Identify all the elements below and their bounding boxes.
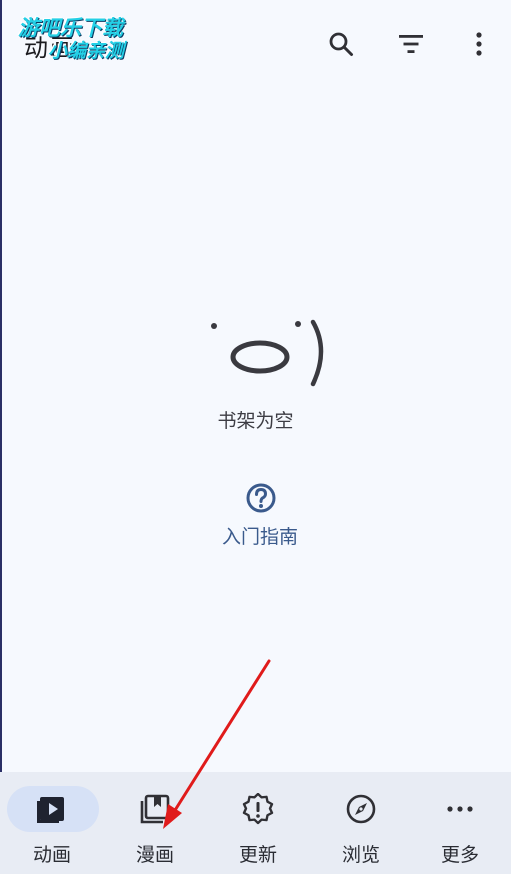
- book-library-icon: [140, 794, 170, 824]
- more-vert-icon: [476, 32, 482, 56]
- video-library-icon: [37, 797, 64, 823]
- nav-item-more[interactable]: 更多: [409, 772, 511, 874]
- search-icon: [329, 32, 353, 56]
- filter-button[interactable]: [395, 28, 427, 60]
- left-edge: [0, 0, 2, 874]
- nav-label-more: 更多: [440, 844, 479, 866]
- getting-started-guide-link[interactable]: 入门指南: [195, 480, 325, 550]
- nav-label-manga: 漫画: [135, 844, 174, 866]
- nav-item-updates[interactable]: 更新: [207, 772, 309, 874]
- nav-item-anime[interactable]: 动画: [1, 772, 103, 874]
- nav-label-updates: 更新: [238, 844, 277, 866]
- help-circle-icon: [246, 483, 276, 513]
- empty-kaomoji: [211, 319, 324, 387]
- update-badge-icon: [242, 793, 274, 825]
- nav-item-manga[interactable]: 漫画: [104, 772, 206, 874]
- more-horiz-icon: [447, 806, 473, 812]
- watermark-overlay: 游吧乐下载 小编亲测: [12, 8, 154, 66]
- compass-icon: [346, 794, 376, 824]
- more-options-button[interactable]: [463, 28, 495, 60]
- search-button[interactable]: [325, 28, 357, 60]
- bottom-navigation: 动画 漫画 更新 浏览 更多: [0, 772, 511, 874]
- nav-label-anime: 动画: [32, 844, 71, 866]
- empty-message: 书架为空: [217, 410, 294, 432]
- nav-item-browse[interactable]: 浏览: [310, 772, 412, 874]
- guide-label: 入门指南: [221, 526, 298, 548]
- annotation-arrow: [163, 659, 271, 829]
- nav-label-browse: 浏览: [341, 844, 380, 866]
- watermark-line-2: 小编亲测: [48, 40, 125, 62]
- filter-icon: [399, 35, 423, 53]
